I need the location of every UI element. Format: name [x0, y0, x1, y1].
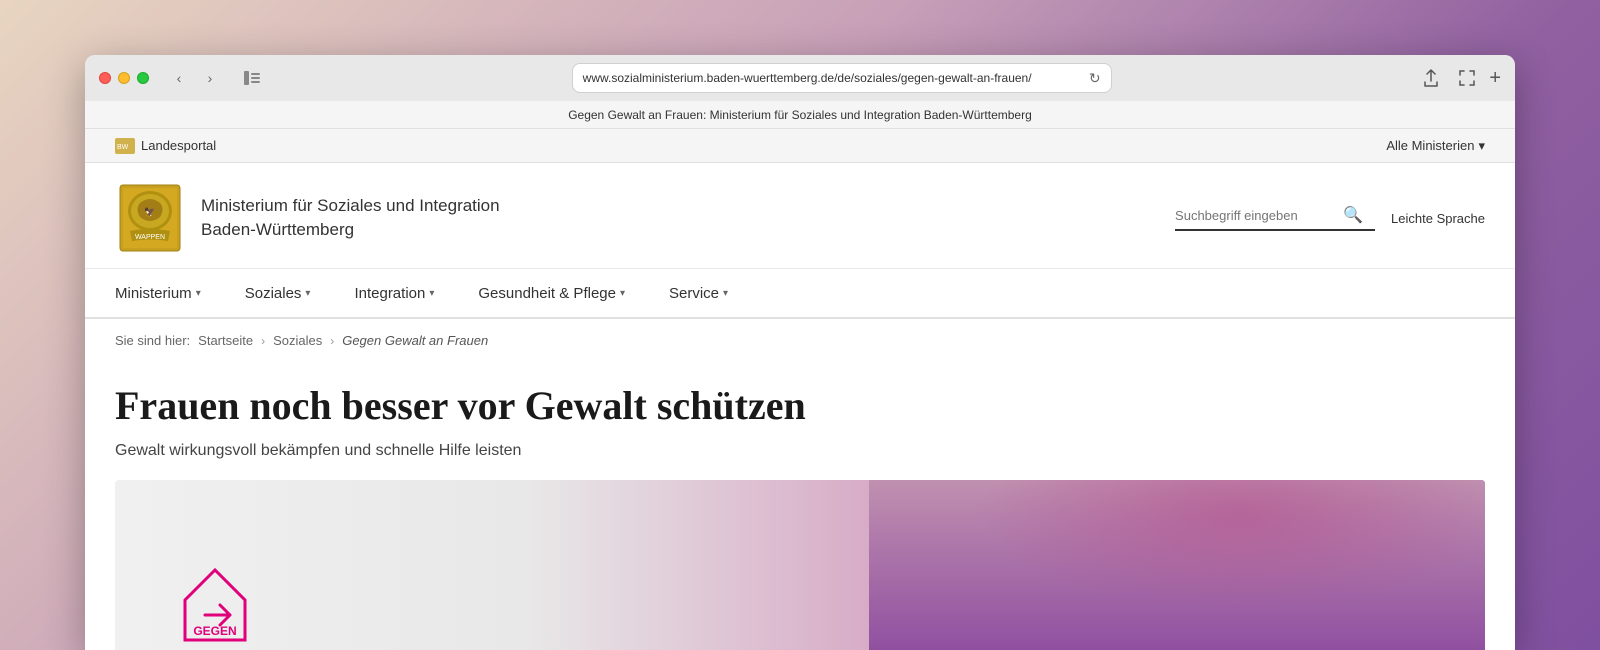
logo-area: 🦅 WAPPEN Ministerium für Soziales und In… [115, 183, 500, 253]
svg-text:🦅: 🦅 [144, 206, 155, 217]
nav-integration-label: Integration [354, 285, 425, 302]
nav-item-service[interactable]: Service ▾ [647, 269, 750, 317]
breadcrumb-current-page: Gegen Gewalt an Frauen [342, 333, 488, 348]
nav-item-gesundheit[interactable]: Gesundheit & Pflege ▾ [456, 269, 647, 317]
maximize-button[interactable] [137, 72, 149, 84]
new-tab-button[interactable]: + [1489, 67, 1501, 90]
hero-woman-image [869, 480, 1486, 650]
search-box[interactable]: 🔍 [1175, 205, 1375, 231]
reload-button[interactable]: ↻ [1089, 70, 1101, 87]
breadcrumb: Sie sind hier: Startseite › Soziales › G… [85, 319, 1515, 362]
browser-actions: + [1417, 64, 1501, 92]
close-button[interactable] [99, 72, 111, 84]
browser-titlebar: ‹ › www.sozialministerium.baden-wuerttem… [85, 55, 1515, 101]
nav-soziales-chevron: ▾ [305, 288, 310, 299]
header-right: 🔍 Leichte Sprache [1175, 205, 1485, 231]
landesportal-label: Landesportal [141, 138, 216, 153]
search-icon[interactable]: 🔍 [1343, 205, 1363, 225]
coat-of-arms-logo: 🦅 WAPPEN [115, 183, 185, 253]
back-button[interactable]: ‹ [165, 64, 193, 92]
svg-text:WAPPEN: WAPPEN [135, 234, 165, 241]
page-title: Frauen noch besser vor Gewalt schützen [115, 382, 1485, 430]
breadcrumb-soziales[interactable]: Soziales [273, 333, 322, 348]
alle-ministerien-chevron: ▾ [1478, 138, 1485, 154]
fullscreen-button[interactable] [1453, 64, 1481, 92]
gegen-logo-area: GEGEN [175, 560, 255, 650]
browser-nav-buttons: ‹ › [165, 64, 224, 92]
top-bar: BW Landesportal Alle Ministerien ▾ [85, 129, 1515, 163]
browser-window: ‹ › www.sozialministerium.baden-wuerttem… [85, 55, 1515, 650]
share-button[interactable] [1417, 64, 1445, 92]
website-content: Gegen Gewalt an Frauen: Ministerium für … [85, 101, 1515, 650]
tab-title-text: Gegen Gewalt an Frauen: Ministerium für … [568, 108, 1032, 122]
breadcrumb-sep-2: › [330, 334, 334, 348]
alle-ministerien-button[interactable]: Alle Ministerien ▾ [1386, 138, 1485, 154]
forward-button[interactable]: › [196, 64, 224, 92]
main-navigation: Ministerium ▾ Soziales ▾ Integration ▾ G… [85, 269, 1515, 319]
url-text: www.sozialministerium.baden-wuerttemberg… [583, 71, 1083, 85]
main-content: Frauen noch besser vor Gewalt schützen G… [85, 362, 1515, 650]
nav-integration-chevron: ▾ [429, 288, 434, 299]
nav-ministerium-label: Ministerium [115, 285, 192, 302]
nav-gesundheit-label: Gesundheit & Pflege [478, 285, 616, 302]
leichte-sprache-link[interactable]: Leichte Sprache [1391, 211, 1485, 226]
svg-text:GEGEN: GEGEN [193, 624, 236, 638]
hero-image: GEGEN [115, 480, 1485, 650]
address-bar-container: www.sozialministerium.baden-wuerttemberg… [276, 63, 1407, 93]
breadcrumb-prefix: Sie sind hier: [115, 333, 190, 348]
ministry-name: Ministerium für Soziales und Integration… [201, 194, 500, 242]
nav-ministerium-chevron: ▾ [196, 288, 201, 299]
nav-item-ministerium[interactable]: Ministerium ▾ [115, 269, 223, 317]
minimize-button[interactable] [118, 72, 130, 84]
gegen-logo-svg: GEGEN [175, 560, 255, 650]
nav-item-soziales[interactable]: Soziales ▾ [223, 269, 333, 317]
site-header: 🦅 WAPPEN Ministerium für Soziales und In… [85, 163, 1515, 269]
traffic-lights [99, 72, 149, 84]
svg-text:BW: BW [117, 144, 129, 151]
breadcrumb-startseite[interactable]: Startseite [198, 333, 253, 348]
breadcrumb-sep-1: › [261, 334, 265, 348]
landesportal-icon: BW [115, 138, 135, 154]
search-input[interactable] [1175, 208, 1335, 223]
address-bar[interactable]: www.sozialministerium.baden-wuerttemberg… [572, 63, 1112, 93]
nav-soziales-label: Soziales [245, 285, 302, 302]
nav-service-label: Service [669, 285, 719, 302]
sidebar-button[interactable] [238, 64, 266, 92]
page-subtitle: Gewalt wirkungsvoll bekämpfen und schnel… [115, 442, 1485, 460]
landesportal-link[interactable]: BW Landesportal [115, 138, 216, 154]
tab-title-banner: Gegen Gewalt an Frauen: Ministerium für … [85, 101, 1515, 129]
nav-gesundheit-chevron: ▾ [620, 288, 625, 299]
alle-ministerien-label: Alle Ministerien [1386, 138, 1474, 153]
nav-service-chevron: ▾ [723, 288, 728, 299]
nav-item-integration[interactable]: Integration ▾ [332, 269, 456, 317]
